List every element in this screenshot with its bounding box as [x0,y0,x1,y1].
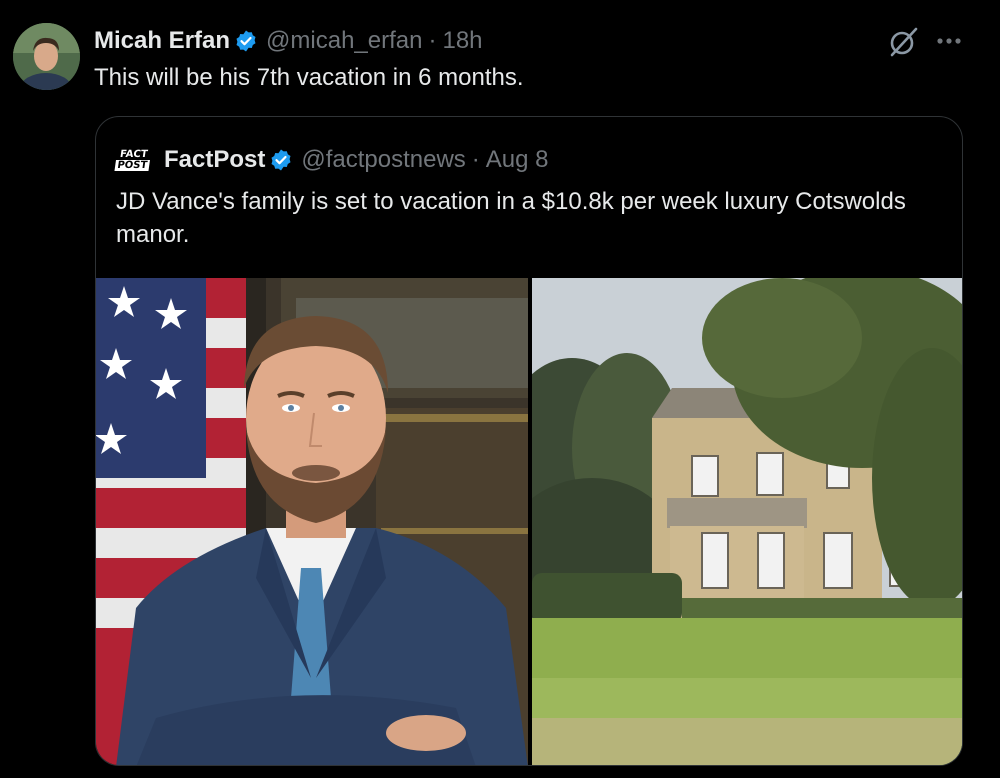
quoted-tweet[interactable]: FACT POST FactPost @factpostnews · Aug 8… [95,116,963,766]
separator-dot: · [471,146,480,173]
avatar[interactable] [13,23,80,90]
separator-dot: · [428,27,437,54]
author-name[interactable]: Micah Erfan [94,27,230,55]
grok-icon[interactable] [888,26,920,58]
factpost-logo[interactable]: FACT POST [114,143,151,177]
quoted-author-name[interactable]: FactPost [164,146,265,174]
tweet-header: Micah Erfan @micah_erfan · 18h [94,26,483,56]
tweet-text: This will be his 7th vacation in 6 month… [94,64,524,91]
manor-image[interactable] [532,278,962,765]
quoted-timestamp[interactable]: Aug 8 [486,146,549,174]
more-horizontal-icon[interactable] [932,26,966,56]
verified-badge-icon [234,29,258,53]
author-handle[interactable]: @micah_erfan [266,27,422,55]
tweet[interactable]: Micah Erfan @micah_erfan · 18h This will… [0,0,1000,778]
quoted-tweet-text: JD Vance's family is set to vacation in … [116,188,906,248]
media-grid [96,278,962,765]
quoted-tweet-header: FACT POST FactPost @factpostnews · Aug 8 [114,143,549,177]
portrait-image[interactable] [96,278,528,765]
verified-badge-icon [269,148,293,172]
timestamp[interactable]: 18h [442,27,482,55]
quoted-author-handle[interactable]: @factpostnews [301,146,465,174]
logo-text-bottom: POST [114,160,150,171]
logo-text-top: FACT [119,149,149,160]
